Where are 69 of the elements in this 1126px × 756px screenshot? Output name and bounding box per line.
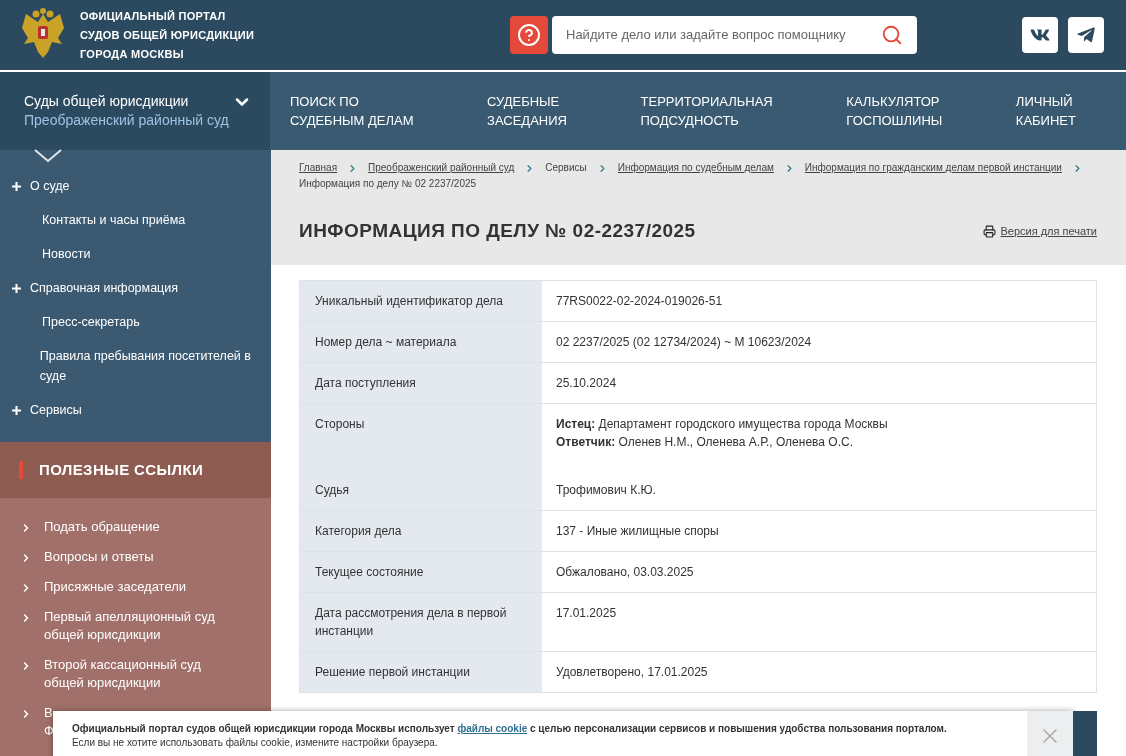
field-value: 17.01.2025	[556, 605, 618, 622]
court-selector-title: Суды общей юрисдикции	[24, 92, 190, 111]
breadcrumb-text: Информация по делу № 02 2237/2025	[299, 177, 477, 191]
field-label: Стороны	[315, 416, 366, 433]
field-value: 137 - Иные жилищные споры	[556, 523, 720, 540]
pointer-icon	[34, 149, 62, 163]
field-label: Текущее состояние	[315, 564, 425, 581]
field-label: Уникальный идентификатор дела	[315, 293, 504, 310]
breadcrumb-text: Сервисы	[545, 161, 587, 175]
field-value: Обжаловано, 03.03.2025	[556, 564, 695, 581]
useful-link[interactable]: Первый апелляционный суд общей юрисдикции	[44, 608, 215, 644]
cookie-message: Официальный портал судов общей юрисдикции города Москвы использует файлы cookie с целью персонализации сервисов и повышения удобства пользования порталом.	[72, 722, 948, 736]
field-value: 77RS0022-02-2024-019026-51	[556, 293, 724, 310]
useful-link[interactable]: Подать обращение	[44, 518, 160, 536]
field-value: Трофимович К.Ю.	[556, 482, 657, 499]
field-label: Категория дела	[315, 523, 403, 540]
sidebar-item[interactable]: О суде	[30, 176, 70, 196]
nav-link[interactable]: СУДЕБНЫЕ ЗАСЕДАНИЯ	[487, 92, 567, 130]
printer-icon	[983, 224, 997, 238]
search-field[interactable]: Найдите дело или задайте вопрос помощнику	[552, 16, 917, 54]
nav-link[interactable]: ПОИСК ПО СУДЕБНЫМ ДЕЛАМ	[290, 92, 414, 130]
sidebar-item[interactable]: Пресс-секретарь	[30, 312, 140, 332]
search-input[interactable]: Найдите дело или задайте вопрос помощнику	[566, 25, 881, 45]
party-line: Ответчик: Оленев Н.М., Оленева А.Р., Оленева О.С.	[556, 434, 854, 451]
field-label: Решение первой инстанции	[315, 664, 471, 681]
sidebar-item[interactable]: Справочная информация	[30, 278, 179, 298]
cookie-note: Если вы не хотите использовать файлы cookie, измените настройки браузера.	[72, 736, 439, 750]
portal-title: ГОРОДА МОСКВЫ	[80, 46, 185, 62]
field-value: Удовлетворено, 17.01.2025	[556, 664, 709, 681]
sidebar-item[interactable]: Сервисы	[30, 400, 82, 420]
plus-icon	[12, 182, 21, 191]
useful-link[interactable]: В Ф	[44, 704, 54, 740]
breadcrumb-link[interactable]: Главная	[299, 161, 338, 175]
nav-link[interactable]: ЛИЧНЫЙ КАБИНЕТ	[1015, 92, 1076, 130]
page-title: ИНФОРМАЦИЯ ПО ДЕЛУ № 02-2237/2025	[299, 219, 696, 243]
print-link[interactable]: Версия для печати	[983, 223, 1097, 240]
telegram-icon	[1076, 25, 1096, 45]
field-value: 25.10.2024	[556, 375, 618, 392]
useful-links-title: ПОЛЕЗНЫЕ ССЫЛКИ	[39, 459, 204, 480]
field-label: Номер дела ~ материала	[315, 334, 458, 351]
party-line: Истец: Департамент городского имущества города Москвы	[556, 416, 889, 433]
breadcrumb-link[interactable]: Информация по судебным делам	[617, 161, 774, 175]
plus-icon	[12, 284, 21, 293]
breadcrumb-link[interactable]: Информация по гражданским делам первой инстанции	[804, 161, 1062, 175]
sidebar-item[interactable]: Новости	[30, 244, 91, 264]
cookie-link[interactable]: файлы cookie	[457, 723, 528, 734]
sidebar-item[interactable]: Контакты и часы приёма	[30, 210, 186, 230]
court-selector[interactable]: Суды общей юрисдикции Преображенский районный суд	[0, 72, 270, 150]
portal-title: СУДОВ ОБЩЕЙ ЮРИСДИКЦИИ	[80, 27, 256, 43]
search-icon[interactable]	[881, 24, 903, 46]
vk-button[interactable]	[1022, 17, 1058, 53]
field-label: Судья	[315, 482, 351, 499]
useful-link[interactable]: Второй кассационный суд общей юрисдикции	[44, 656, 201, 692]
useful-link[interactable]: Вопросы и ответы	[44, 548, 154, 566]
breadcrumb-link[interactable]: Преображенский районный суд	[368, 161, 515, 175]
nav-link[interactable]: ТЕРРИТОРИАЛЬНАЯ ПОДСУДНОСТЬ	[640, 92, 773, 130]
telegram-button[interactable]	[1068, 17, 1104, 53]
help-icon	[517, 23, 541, 47]
portal-title: ОФИЦИАЛЬНЫЙ ПОРТАЛ	[80, 8, 227, 24]
plus-icon	[12, 406, 21, 415]
nav-link[interactable]: КАЛЬКУЛЯТОР ГОСПОШЛИНЫ	[846, 92, 943, 130]
field-label: Дата рассмотрения дела в первой инстанции	[315, 605, 508, 640]
side-block	[1073, 711, 1097, 756]
field-value: 02 2237/2025 (02 12734/2024) ~ М 10623/2024	[556, 334, 813, 351]
help-button[interactable]	[510, 16, 548, 54]
court-name: Преображенский районный суд	[24, 111, 230, 130]
useful-link[interactable]: Присяжные заседатели	[44, 578, 187, 596]
field-label: Дата поступления	[315, 375, 417, 392]
sidebar-item[interactable]: Правила пребывания посетителей в суде	[27, 346, 251, 386]
